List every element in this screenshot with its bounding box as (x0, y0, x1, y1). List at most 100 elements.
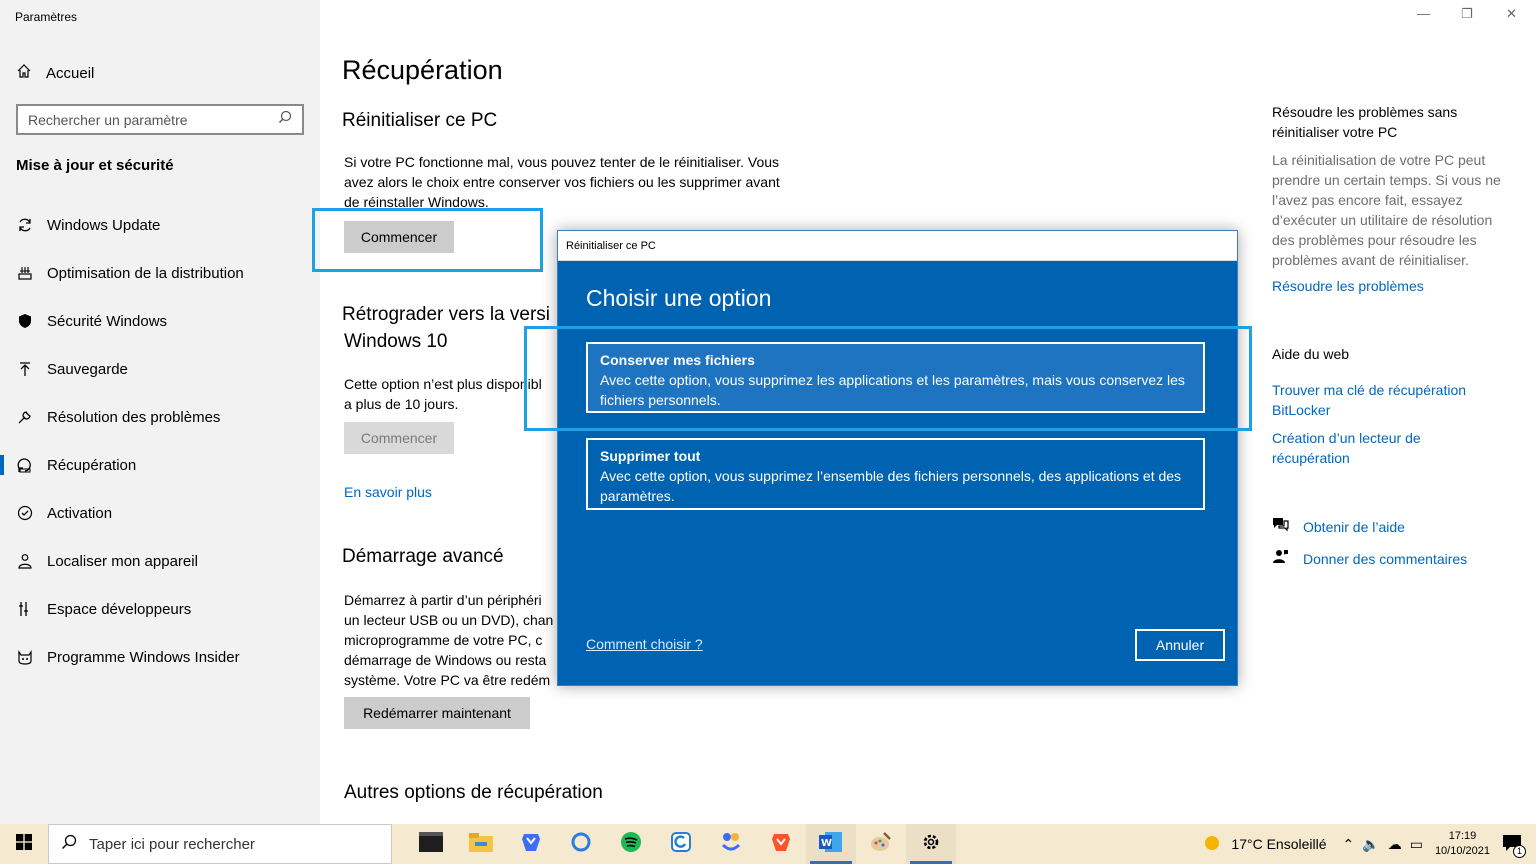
troubleshoot-link[interactable]: Résoudre les problèmes (1272, 276, 1512, 296)
chevron-up-icon[interactable]: ⌃ (1343, 836, 1355, 853)
close-button[interactable]: ✕ (1506, 6, 1517, 22)
brave-app[interactable] (756, 824, 806, 864)
wrench-icon (16, 409, 33, 426)
section-title: Mise à jour et sécurité (16, 157, 174, 174)
sidebar-item-delivery-optimization[interactable]: Optimisation de la distribution (0, 249, 320, 297)
word-app[interactable]: W (806, 824, 856, 864)
spotify-app[interactable] (606, 824, 656, 864)
spotify-icon (620, 831, 642, 858)
search-icon[interactable] (278, 110, 292, 129)
advanced-text-line5: système. Votre PC va être redém (344, 672, 551, 688)
backup-arrow-icon (16, 361, 33, 378)
restore-button[interactable]: ❐ (1461, 6, 1473, 22)
sidebar-item-label: Sauvegarde (47, 360, 128, 378)
cloud-icon[interactable]: ☁ (1388, 836, 1402, 853)
other-options-heading: Autres options de récupération (344, 782, 603, 803)
brave-beta-app[interactable] (506, 824, 556, 864)
svg-text:W: W (821, 838, 832, 849)
remove-everything-option[interactable]: Supprimer tout Avec cette option, vous s… (586, 438, 1205, 510)
minimize-button[interactable]: — (1417, 6, 1430, 21)
web-help-title: Aide du web (1272, 346, 1350, 362)
settings-search-input[interactable] (28, 111, 268, 128)
settings-app[interactable] (906, 824, 956, 864)
page-title: Récupération (342, 55, 503, 85)
clock[interactable]: 17:19 10/10/2021 (1435, 829, 1490, 859)
reset-heading: Réinitialiser ce PC (342, 110, 498, 131)
cancel-button[interactable]: Annuler (1135, 629, 1225, 661)
get-help-row[interactable]: Obtenir de l’aide (1272, 516, 1405, 538)
app-icon (720, 831, 742, 858)
network-icon[interactable]: ▭ (1410, 836, 1423, 853)
taskbar-search-placeholder: Taper ici pour rechercher (89, 835, 255, 853)
insider-cat-icon (16, 649, 33, 666)
sidebar-item-windows-update[interactable]: Windows Update (0, 201, 320, 249)
feedback-link[interactable]: Donner des commentaires (1303, 551, 1467, 567)
chat-help-icon (1272, 516, 1289, 538)
sidebar-item-label: Récupération (47, 456, 137, 474)
onenote-app[interactable] (656, 824, 706, 864)
advanced-startup-heading: Démarrage avancé (342, 546, 504, 567)
restart-now-button[interactable]: Redémarrer maintenant (344, 697, 530, 729)
app-launcher[interactable] (706, 824, 756, 864)
get-help-link[interactable]: Obtenir de l’aide (1303, 519, 1405, 535)
clock-time: 17:19 (1448, 830, 1477, 842)
file-explorer-icon (469, 832, 493, 857)
sidebar-item-windows-security[interactable]: Sécurité Windows (0, 297, 320, 345)
person-location-icon (16, 553, 33, 570)
sidebar-item-activation[interactable]: Activation (0, 489, 320, 537)
sync-icon (16, 217, 33, 234)
home-icon (16, 63, 32, 83)
paint-app[interactable] (856, 824, 906, 864)
sidebar-item-find-device[interactable]: Localiser mon appareil (0, 537, 320, 585)
weather-text[interactable]: 17°C Ensoleillé (1231, 836, 1326, 852)
sidebar-item-troubleshoot[interactable]: Résolution des problèmes (0, 393, 320, 441)
system-tray: 17°C Ensoleillé ⌃ 🔈 ☁ ▭ 17:19 10/10/2021… (1203, 824, 1536, 864)
sidebar-item-label: Windows Update (47, 216, 161, 234)
feedback-row[interactable]: Donner des commentaires (1272, 548, 1467, 570)
sidebar-item-backup[interactable]: Sauvegarde (0, 345, 320, 393)
cortana-icon (570, 831, 592, 858)
rollback-start-button[interactable]: Commencer (344, 422, 454, 454)
troubleshoot-text: La réinitialisation de votre PC peut pre… (1272, 152, 1501, 268)
notification-count-badge: 1 (1513, 844, 1526, 858)
reset-pc-dialog: Réinitialiser ce PC Choisir une option C… (557, 230, 1238, 686)
rollback-text-line2: a plus de 10 jours. (344, 396, 459, 412)
delivery-icon (16, 265, 33, 282)
shield-icon (16, 313, 33, 330)
remove-everything-text: Avec cette option, vous supprimez l’ense… (600, 468, 1182, 504)
sidebar-item-label: Résolution des problèmes (47, 408, 221, 426)
terminal-app[interactable] (406, 824, 456, 864)
sidebar-item-label: Programme Windows Insider (47, 648, 240, 666)
recovery-icon (16, 457, 33, 474)
search-icon (61, 834, 77, 854)
notification-center-icon[interactable]: 1 (1502, 834, 1526, 858)
developer-icon (16, 601, 33, 618)
nav-home[interactable]: Accueil (16, 62, 94, 84)
rollback-heading-line1: Rétrograder vers la versi (342, 304, 551, 325)
recovery-drive-link[interactable]: Création d’un lecteur de récupération (1272, 428, 1472, 468)
taskbar: Taper ici pour rechercher W 17°C Ensolei… (0, 824, 1536, 864)
cortana-app[interactable] (556, 824, 606, 864)
clock-date: 10/10/2021 (1434, 845, 1490, 857)
start-button[interactable] (0, 824, 48, 864)
troubleshoot-title: Résoudre les problèmes sans réinitialise… (1272, 104, 1458, 140)
settings-icon (921, 832, 941, 857)
file-explorer-app[interactable] (456, 824, 506, 864)
brave-beta-icon (520, 831, 542, 858)
sidebar-item-windows-insider[interactable]: Programme Windows Insider (0, 633, 320, 681)
learn-more-link[interactable]: En savoir plus (344, 484, 432, 500)
start-button-highlight (312, 208, 543, 272)
volume-icon[interactable]: 🔈 (1362, 836, 1379, 853)
sidebar-item-developers[interactable]: Espace développeurs (0, 585, 320, 633)
taskbar-search[interactable]: Taper ici pour rechercher (48, 824, 392, 864)
bitlocker-key-link[interactable]: Trouver ma clé de récupération BitLocker (1272, 380, 1492, 420)
advanced-text-line2: un lecteur USB ou un DVD), chan (344, 612, 554, 628)
check-circle-icon (16, 505, 33, 522)
settings-search[interactable] (16, 104, 304, 135)
weather-icon[interactable] (1203, 834, 1221, 855)
how-to-choose-link[interactable]: Comment choisir ? (586, 636, 703, 652)
feedback-icon (1272, 548, 1289, 570)
sidebar-item-recovery[interactable]: Récupération (0, 441, 320, 489)
dialog-titlebar: Réinitialiser ce PC (558, 231, 1237, 261)
word-icon: W (819, 831, 843, 858)
